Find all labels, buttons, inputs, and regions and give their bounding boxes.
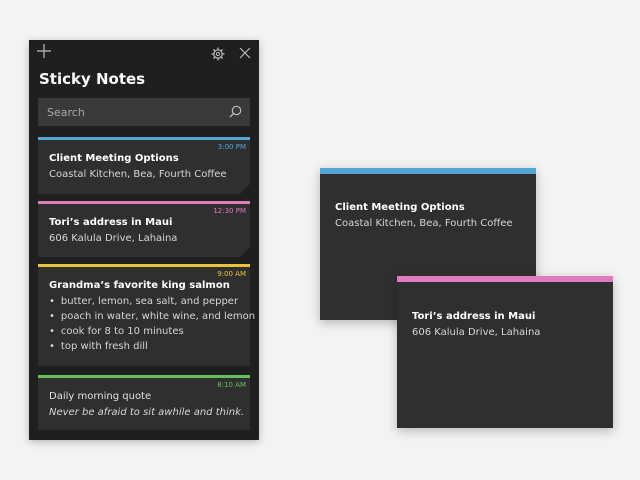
note-card-daily-quote[interactable]: 8:10 AM Daily morning quote Never be afr… [38, 375, 250, 430]
note-title: Client Meeting Options [49, 153, 179, 164]
note-body: Never be afraid to sit awhile and think. [49, 407, 245, 418]
list-item: poach in water, white wine, and lemon [49, 311, 255, 326]
title-bar [29, 40, 259, 70]
note-card-tori-address[interactable]: 12:30 PM Tori’s address in Maui 606 Kalu… [38, 201, 250, 257]
note-title: Daily morning quote [49, 391, 152, 402]
note-bullet-list: butter, lemon, sea salt, and pepper poac… [49, 296, 255, 356]
note-title: Grandma’s favorite king salmon [49, 280, 230, 291]
note-color-bar [38, 201, 250, 204]
search-icon[interactable] [229, 105, 242, 118]
add-icon[interactable] [37, 44, 51, 58]
note-title: Tori’s address in Maui [49, 217, 173, 228]
note-time: 12:30 PM [213, 207, 246, 215]
note-body: 606 Kalula Drive, Lahaina [412, 327, 541, 338]
page-title: Sticky Notes [39, 70, 146, 88]
search-input[interactable] [38, 98, 218, 126]
note-body: 606 Kalula Drive, Lahaina [49, 233, 178, 244]
open-note-tori-address[interactable]: Tori’s address in Maui 606 Kalula Drive,… [397, 276, 613, 428]
note-card-king-salmon[interactable]: 9:00 AM Grandma’s favorite king salmon b… [38, 264, 255, 366]
note-body: Coastal Kitchen, Bea, Fourth Coffee [335, 218, 513, 229]
note-body: Coastal Kitchen, Bea, Fourth Coffee [49, 169, 227, 180]
note-time: 3:00 PM [217, 143, 246, 151]
note-color-bar [38, 264, 250, 267]
note-card-client-meeting[interactable]: 3:00 PM Client Meeting Options Coastal K… [38, 137, 250, 194]
note-time: 9:00 AM [217, 270, 246, 278]
list-item: cook for 8 to 10 minutes [49, 326, 255, 341]
note-title: Tori’s address in Maui [412, 311, 536, 322]
search-box [38, 98, 250, 126]
note-color-bar [38, 137, 250, 140]
sticky-notes-window: Sticky Notes 3:00 PM Client Meeting Opti… [29, 40, 259, 440]
note-color-bar [397, 276, 613, 282]
note-fold-corner [240, 247, 250, 257]
note-title: Client Meeting Options [335, 202, 465, 213]
gear-icon[interactable] [211, 47, 225, 61]
list-item: butter, lemon, sea salt, and pepper [49, 296, 255, 311]
note-color-bar [320, 168, 536, 174]
close-icon[interactable] [239, 47, 251, 59]
note-time: 8:10 AM [217, 381, 246, 389]
note-color-bar [38, 375, 250, 378]
note-fold-corner [240, 184, 250, 194]
list-item: top with fresh dill [49, 341, 255, 356]
